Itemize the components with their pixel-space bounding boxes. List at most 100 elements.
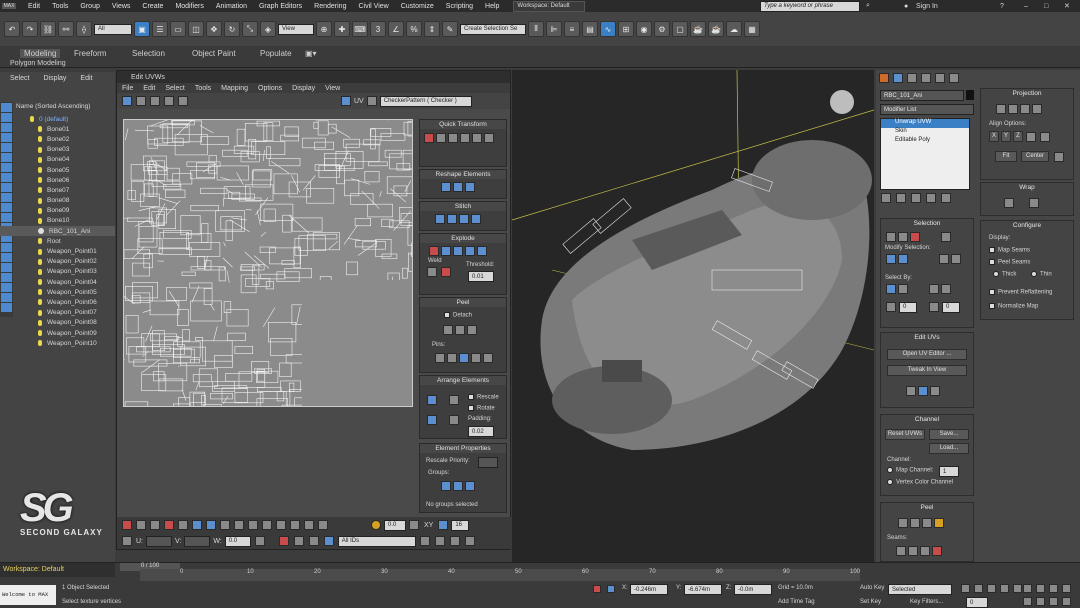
- relax2-icon[interactable]: [465, 182, 475, 192]
- thick-radio[interactable]: Thick: [1002, 272, 1016, 278]
- play-icon[interactable]: [987, 584, 996, 593]
- uv-falloff-icon[interactable]: [371, 520, 381, 530]
- uv-grid-icon[interactable]: [438, 520, 449, 530]
- map-channel-radio[interactable]: Map Channel:: [896, 468, 933, 474]
- layer-explorer-icon[interactable]: ≡: [564, 21, 580, 37]
- uv-soft5-icon[interactable]: [318, 520, 328, 530]
- visibility-bulb-icon[interactable]: [38, 319, 42, 326]
- add-time-tag[interactable]: Add Time Tag: [778, 599, 815, 605]
- rotate-checkbox[interactable]: Rotate: [477, 406, 495, 412]
- peel-seams-checkbox[interactable]: Peel Seams: [998, 260, 1030, 266]
- show-end-result-icon[interactable]: [896, 193, 906, 203]
- sel-element-icon[interactable]: [941, 232, 951, 242]
- menu-animation[interactable]: Animation: [210, 3, 253, 10]
- schematic-view-icon[interactable]: ⊞: [618, 21, 634, 37]
- peel-lscm-icon[interactable]: [910, 518, 920, 528]
- visibility-bulb-icon[interactable]: [38, 238, 42, 245]
- uv-falloff-type-icon[interactable]: [409, 520, 419, 530]
- toggle-ribbon-icon[interactable]: ▤: [582, 21, 598, 37]
- modify-tab-icon[interactable]: [893, 73, 903, 83]
- uv-canvas[interactable]: [123, 119, 413, 407]
- tab-populate[interactable]: Populate: [260, 49, 292, 58]
- pack2-icon[interactable]: [449, 395, 459, 405]
- visibility-bulb-icon[interactable]: [38, 217, 42, 224]
- uv-sel-mode3-icon[interactable]: [150, 520, 160, 530]
- uv-shrink-icon[interactable]: [206, 520, 216, 530]
- explode5-icon[interactable]: [477, 246, 487, 256]
- pin1-icon[interactable]: [435, 353, 445, 363]
- remove-modifier-icon[interactable]: [926, 193, 936, 203]
- visibility-bulb-icon[interactable]: [38, 309, 42, 316]
- seam1-icon[interactable]: [896, 546, 906, 556]
- ribbon-options-icon[interactable]: ▣▾: [305, 49, 317, 58]
- visibility-bulb-icon[interactable]: [38, 126, 42, 133]
- help-icon[interactable]: ?: [1000, 3, 1004, 10]
- scene-menu-edit[interactable]: Edit: [80, 75, 92, 82]
- grow-icon[interactable]: [886, 254, 896, 264]
- menu-help[interactable]: Help: [479, 3, 505, 10]
- menu-create[interactable]: Create: [136, 3, 169, 10]
- scene-item[interactable]: Weapon_Point09: [0, 328, 115, 338]
- qt-align2-icon[interactable]: [448, 133, 458, 143]
- cylindrical-map-icon[interactable]: [1008, 104, 1018, 114]
- load-button[interactable]: Load...: [929, 443, 969, 454]
- prev-frame-icon[interactable]: [974, 584, 983, 593]
- stitch4-icon[interactable]: [471, 214, 481, 224]
- scene-item[interactable]: Bone01: [0, 124, 115, 134]
- visibility-bulb-icon[interactable]: [38, 279, 42, 286]
- uv-sel-icon-d[interactable]: [323, 536, 334, 546]
- search-input[interactable]: Type a keyword or phrase: [760, 0, 860, 12]
- named-selection-sets[interactable]: Create Selection Se: [460, 23, 526, 35]
- rect-region-icon[interactable]: ▭: [170, 21, 186, 37]
- visibility-bulb-icon[interactable]: [38, 340, 42, 347]
- select-by-icon3[interactable]: [929, 284, 939, 294]
- explode2-icon[interactable]: [441, 246, 451, 256]
- spherical-map-icon[interactable]: [1020, 104, 1030, 114]
- material-id-input[interactable]: 0: [942, 301, 960, 313]
- maximize-icon[interactable]: □: [1044, 3, 1048, 10]
- pin-stack-icon[interactable]: [881, 193, 891, 203]
- qt-set-pivot-icon[interactable]: [424, 133, 434, 143]
- group2-icon[interactable]: [453, 481, 463, 491]
- a360-icon[interactable]: ☁: [726, 21, 742, 37]
- auto-key-button[interactable]: Auto Key: [860, 585, 884, 591]
- wrap-title[interactable]: Wrap: [981, 183, 1073, 193]
- uv-lock-icon[interactable]: [254, 536, 265, 546]
- visibility-bulb-icon[interactable]: [38, 156, 42, 163]
- visibility-bulb-icon[interactable]: [38, 197, 42, 204]
- uv-sel-mode-icon[interactable]: [122, 520, 132, 530]
- weld2-icon[interactable]: [441, 267, 451, 277]
- bind-icon[interactable]: ⟠: [76, 21, 92, 37]
- grid-input[interactable]: 16: [451, 519, 470, 531]
- v-input[interactable]: [184, 535, 211, 547]
- scene-item[interactable]: Weapon_Point03: [0, 267, 115, 277]
- align-y-button[interactable]: Y: [1001, 131, 1011, 142]
- uv-soft4-icon[interactable]: [304, 520, 314, 530]
- align-z-button[interactable]: Z: [1013, 131, 1023, 142]
- perspective-viewport[interactable]: [512, 70, 874, 562]
- seam3-icon[interactable]: [920, 546, 930, 556]
- scene-item[interactable]: Weapon_Point04: [0, 277, 115, 287]
- isolate-icon[interactable]: [593, 585, 601, 593]
- scale-icon[interactable]: ⤡: [242, 21, 258, 37]
- pin4-icon[interactable]: [471, 353, 481, 363]
- zoom-extents-icon[interactable]: [464, 536, 475, 546]
- seam4-icon[interactable]: [932, 546, 942, 556]
- scene-item[interactable]: Bone07: [0, 185, 115, 195]
- uv-sel-icon-a[interactable]: [278, 536, 289, 546]
- uv-menu-mapping[interactable]: Mapping: [216, 85, 253, 92]
- scene-item[interactable]: Bone08: [0, 196, 115, 206]
- scene-item[interactable]: Bone05: [0, 165, 115, 175]
- padding-input[interactable]: 0.02: [468, 426, 494, 437]
- pan-nav-icon[interactable]: [1036, 597, 1045, 606]
- pivot-icon[interactable]: ⊕: [316, 21, 332, 37]
- uv-move-icon[interactable]: [122, 96, 132, 106]
- w-input[interactable]: 0.0: [224, 535, 251, 547]
- scene-item[interactable]: Bone04: [0, 155, 115, 165]
- save-button[interactable]: Save...: [929, 429, 969, 440]
- weld-icon[interactable]: [427, 267, 437, 277]
- open-uv-editor-button[interactable]: Open UV Editor ...: [887, 349, 967, 360]
- threshold-input[interactable]: 0.01: [468, 271, 494, 282]
- detach-checkbox[interactable]: Detach: [453, 313, 472, 319]
- qt-align4-icon[interactable]: [472, 133, 482, 143]
